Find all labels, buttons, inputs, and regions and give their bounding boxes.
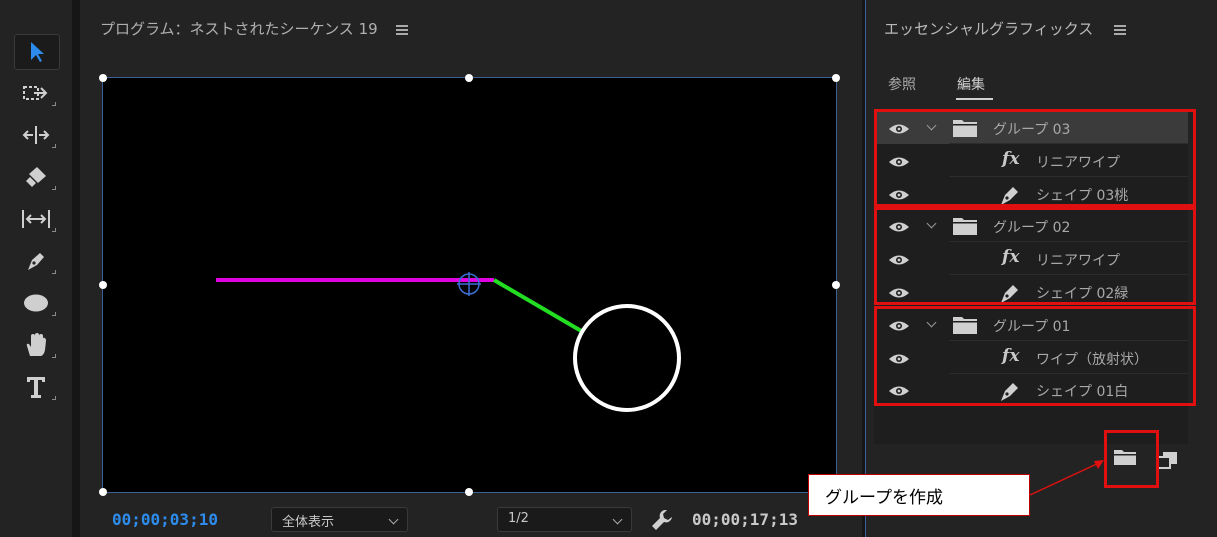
highlight-box-group-02: [874, 207, 1196, 305]
program-monitor-title: プログラム：ネストされたシーケンス 19: [100, 20, 378, 38]
anchor-point-icon[interactable]: [457, 272, 481, 296]
ellipse-icon: [24, 294, 48, 312]
slip-icon: [22, 210, 50, 228]
callout-label: グループを作成: [808, 474, 1030, 516]
chevron-down-icon: [388, 514, 399, 525]
viewer-canvas: [216, 272, 681, 412]
program-monitor-header: プログラム：ネストされたシーケンス 19: [100, 18, 409, 39]
razor-icon: [26, 167, 46, 187]
highlight-box-new-group: [1104, 430, 1159, 488]
track-select-tool-button[interactable]: [14, 76, 58, 110]
green-line-shape[interactable]: [492, 278, 585, 334]
transform-handle-bottom-left[interactable]: [99, 488, 107, 496]
essential-graphics-title: エッセンシャルグラフィックス: [884, 20, 1094, 38]
hand-icon: [26, 333, 46, 356]
sequence-duration-timecode: 00;00;17;13: [692, 510, 798, 529]
highlight-box-group-01: [874, 306, 1196, 406]
transform-handle-top-right[interactable]: [832, 74, 840, 82]
transform-handle-bottom-center[interactable]: [465, 488, 473, 496]
type-icon: [27, 377, 45, 398]
highlight-box-group-03: [874, 109, 1196, 207]
playback-resolution-dropdown[interactable]: 1/2: [497, 507, 632, 532]
ripple-edit-icon: [22, 126, 50, 144]
playback-resolution-value: 1/2: [508, 511, 529, 526]
ripple-edit-tool-button[interactable]: [14, 118, 58, 152]
panel-menu-icon[interactable]: [1114, 24, 1127, 35]
playhead-timecode[interactable]: 00;00;03;10: [112, 510, 218, 529]
panel-menu-icon[interactable]: [396, 24, 409, 35]
transform-handle-top-center[interactable]: [465, 74, 473, 82]
hand-tool-button[interactable]: [14, 328, 58, 362]
tab-edit[interactable]: 編集: [957, 74, 985, 94]
transform-handle-middle-right[interactable]: [832, 281, 840, 289]
white-circle-shape[interactable]: [573, 304, 681, 412]
new-layer-icon[interactable]: [1156, 451, 1178, 469]
transform-handle-middle-left[interactable]: [99, 281, 107, 289]
program-monitor-panel: プログラム：ネストされたシーケンス 19 00;00;03;10 全体表示 1/…: [80, 0, 862, 537]
essential-graphics-header: エッセンシャルグラフィックス: [884, 18, 1127, 39]
essential-graphics-panel: エッセンシャルグラフィックス 参照 編集 グループ 03 fx リニアワイプ シェイプ…: [865, 0, 1217, 537]
settings-wrench-icon[interactable]: [650, 508, 674, 532]
transform-handle-top-left[interactable]: [99, 74, 107, 82]
pen-tool-button[interactable]: [14, 244, 58, 278]
selection-tool-button[interactable]: [14, 34, 60, 70]
active-tab-indicator: [956, 98, 993, 100]
panel-divider: [72, 0, 80, 537]
selection-arrow-icon: [31, 42, 44, 62]
tools-panel: [0, 0, 72, 537]
type-tool-button[interactable]: [14, 370, 58, 404]
zoom-level-value: 全体表示: [282, 515, 335, 530]
program-viewer[interactable]: [102, 77, 837, 493]
slip-tool-button[interactable]: [14, 202, 58, 236]
zoom-level-dropdown[interactable]: 全体表示: [271, 507, 408, 532]
chevron-down-icon: [612, 514, 623, 525]
razor-tool-button[interactable]: [14, 160, 58, 194]
tab-browse[interactable]: 参照: [888, 74, 916, 94]
track-select-icon: [23, 86, 48, 100]
pen-icon: [28, 253, 44, 270]
ellipse-tool-button[interactable]: [14, 286, 58, 320]
